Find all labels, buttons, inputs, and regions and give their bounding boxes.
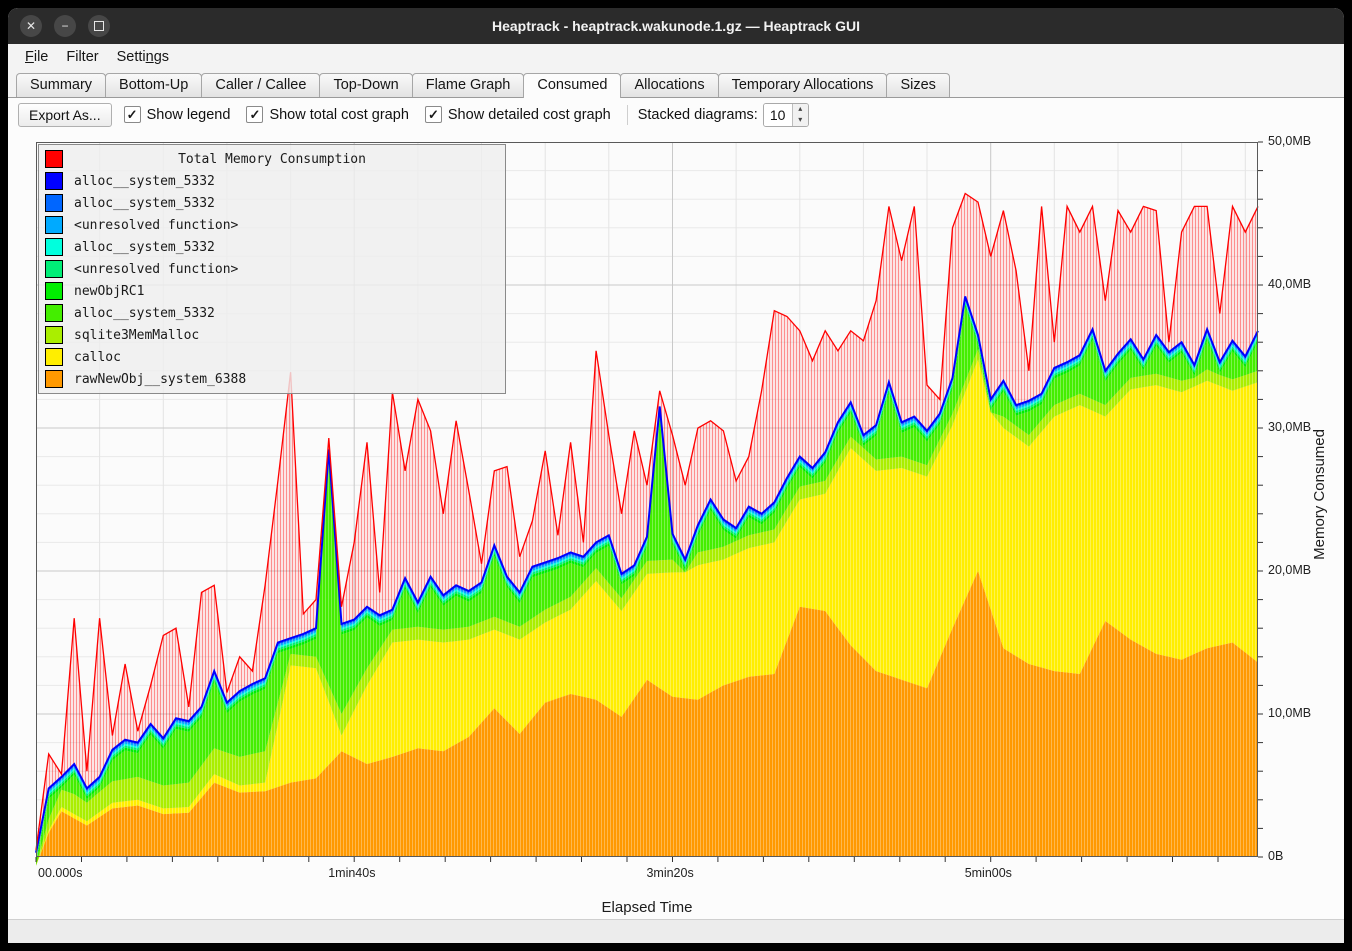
legend-item: rawNewObj__system_6388 [39,368,505,390]
legend-label: <unresolved function> [74,262,238,277]
legend-item: alloc__system_5332 [39,236,505,258]
stacked-diagrams-label: Stacked diagrams: [638,107,758,123]
legend-item: newObjRC1 [39,280,505,302]
tab-top-down[interactable]: Top-Down [319,73,412,97]
checkmark-icon: ✓ [425,106,442,123]
window-title: Heaptrack - heaptrack.wakunode.1.gz — He… [8,8,1344,44]
checkbox-label: Show legend [147,107,231,123]
y-tick-label: 0B [1268,849,1283,863]
checkbox-group: ✓ Show legend ✓ Show total cost graph ✓ Show … [124,106,627,123]
legend-label: newObjRC1 [74,284,144,299]
maximize-icon [94,21,104,31]
tab-temporary-allocations[interactable]: Temporary Allocations [718,73,888,97]
legend-item: sqlite3MemMalloc [39,324,505,346]
checkbox-show-total-cost-graph[interactable]: ✓ Show total cost graph [246,106,408,123]
legend-label: alloc__system_5332 [74,240,215,255]
legend-item: alloc__system_5332 [39,192,505,214]
x-tick-label: 1min40s [328,866,375,880]
y-tick-label: 40,0MB [1268,277,1311,291]
menu-filter[interactable]: Filter [57,47,107,67]
y-tick-label: 50,0MB [1268,134,1311,148]
legend-swatch [45,348,63,366]
y-axis-title: Memory Consumed [1311,131,1328,857]
tab-summary[interactable]: Summary [16,73,106,97]
legend-label: alloc__system_5332 [74,174,215,189]
checkbox-show-detailed-cost-graph[interactable]: ✓ Show detailed cost graph [425,106,611,123]
checkbox-show-legend[interactable]: ✓ Show legend [124,106,231,123]
tab-allocations[interactable]: Allocations [620,73,718,97]
stacked-diagrams-value[interactable] [764,104,792,126]
close-button[interactable]: ✕ [20,15,42,37]
spin-buttons: ▴ ▾ [792,104,808,126]
legend-swatch [45,282,63,300]
menu-file[interactable]: File [16,47,57,67]
checkmark-icon: ✓ [246,106,263,123]
toolbar-separator [627,105,628,125]
legend-item: alloc__system_5332 [39,302,505,324]
legend-swatch [45,326,63,344]
y-tick-label: 30,0MB [1268,420,1311,434]
checkbox-label: Show detailed cost graph [448,107,611,123]
checkbox-label: Show total cost graph [269,107,408,123]
legend-label: rawNewObj__system_6388 [74,372,246,387]
tab-bottom-up[interactable]: Bottom-Up [105,73,202,97]
tab-consumed[interactable]: Consumed [523,73,621,98]
window-controls: ✕− [20,15,110,37]
menu-settings[interactable]: Settings [108,47,178,67]
tab-sizes[interactable]: Sizes [886,73,949,97]
legend-swatch [45,260,63,278]
export-as-button[interactable]: Export As... [18,103,112,127]
legend-swatch [45,238,63,256]
x-tick-label: 3min20s [646,866,693,880]
minimize-button[interactable]: − [54,15,76,37]
legend-swatch [45,194,63,212]
toolbar: Export As... ✓ Show legend ✓ Show total cos… [8,98,1344,131]
maximize-button[interactable] [88,15,110,37]
legend-swatch [45,216,63,234]
spin-down-icon[interactable]: ▾ [793,115,808,126]
spin-up-icon[interactable]: ▴ [793,104,808,115]
y-tick-label: 20,0MB [1268,563,1311,577]
legend-swatch [45,172,63,190]
checkmark-icon: ✓ [124,106,141,123]
tab-caller-callee[interactable]: Caller / Callee [201,73,320,97]
tabbar: SummaryBottom-UpCaller / CalleeTop-DownF… [8,69,1344,98]
legend-label: <unresolved function> [74,218,238,233]
stacked-diagrams-spinbox[interactable]: ▴ ▾ [763,103,809,127]
legend-swatch [45,304,63,322]
x-axis-title: Elapsed Time [36,899,1258,916]
legend-item: calloc [39,346,505,368]
legend-swatch [45,370,63,388]
legend-label: alloc__system_5332 [74,196,215,211]
tab-flame-graph[interactable]: Flame Graph [412,73,525,97]
legend-label: sqlite3MemMalloc [74,328,199,343]
legend-item: alloc__system_5332 [39,170,505,192]
legend-item: <unresolved function> [39,214,505,236]
chart-legend: Total Memory Consumption alloc__system_53… [38,144,506,394]
legend-title-row: Total Memory Consumption [39,148,505,170]
titlebar: ✕− Heaptrack - heaptrack.wakunode.1.gz —… [8,8,1344,44]
menubar: FileFilterSettings [8,44,1344,69]
statusbar [8,919,1344,943]
legend-label: alloc__system_5332 [74,306,215,321]
x-tick-label: 5min00s [965,866,1012,880]
legend-label: calloc [74,350,121,365]
x-tick-label: 00.000s [38,866,82,880]
heaptrack-window: ✕− Heaptrack - heaptrack.wakunode.1.gz —… [8,8,1344,943]
y-tick-label: 10,0MB [1268,706,1311,720]
legend-item: <unresolved function> [39,258,505,280]
chart-region: 0B 10,0MB 20,0MB 30,0MB 40,0MB 50,0MB 00.000s… [8,131,1344,919]
legend-title: Total Memory Consumption [39,152,505,167]
desktop-background: ✕− Heaptrack - heaptrack.wakunode.1.gz —… [0,0,1352,951]
